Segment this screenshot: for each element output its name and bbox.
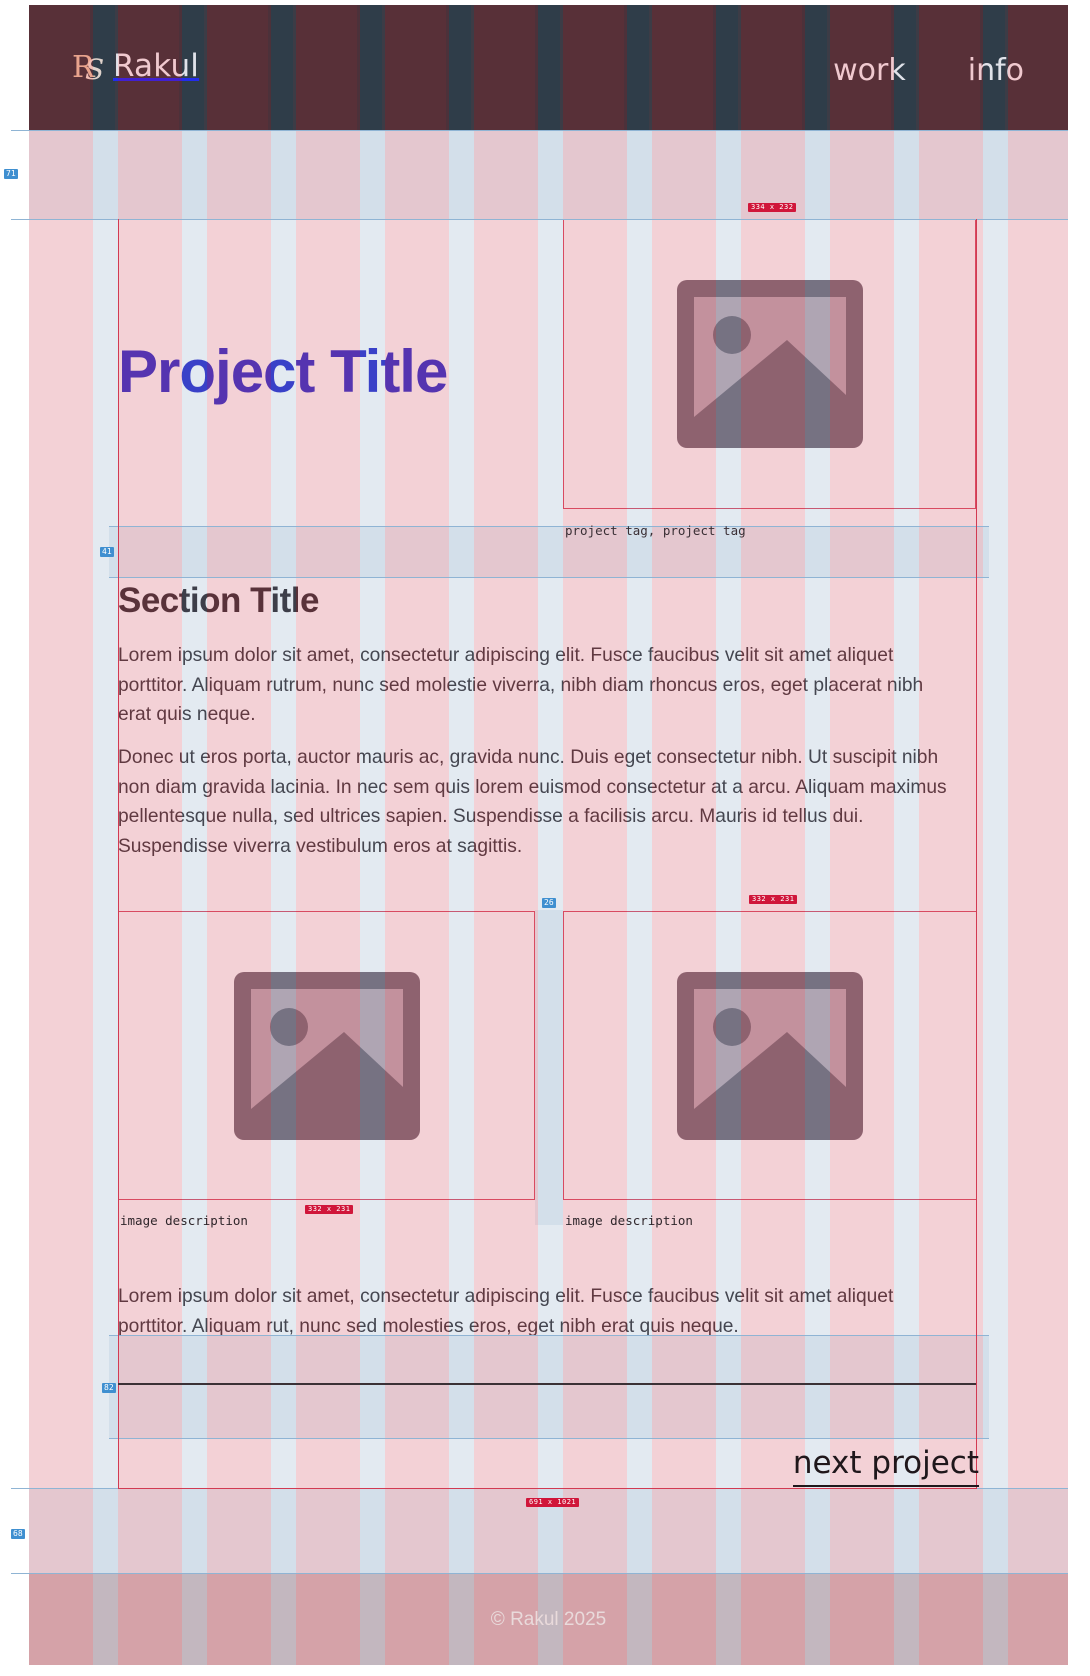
section-divider [118,1383,976,1385]
footer-copyright: © Rakul 2025 [490,1609,607,1630]
gallery-image-1 [118,911,535,1200]
guide-line [29,130,1068,131]
image-placeholder-icon [677,971,863,1140]
header-grid-stripe [535,5,560,130]
spacing-badge: 41 [100,547,114,557]
nav-link-info[interactable]: info [968,53,1024,88]
header-grid-stripe [268,5,293,130]
header-grid-stripe [446,5,471,130]
spacing-badge: 68 [11,1529,25,1539]
hero-image [563,219,976,509]
image-placeholder-icon [676,280,863,448]
spacing-band-divider [109,1335,989,1438]
svg-text:S: S [85,53,104,83]
gallery-caption-2: image description [565,1213,693,1228]
page-frame: R S Rakul work info Project Title projec… [29,5,1068,1665]
site-header: R S Rakul work info [29,5,1068,130]
header-grid-stripe [713,5,738,130]
rakul-logo-icon: R S [72,50,104,83]
guide-line [11,1573,31,1574]
header-grid-stripe [802,5,827,130]
content-bound-left [118,219,119,1489]
project-tags: project tag, project tag [565,523,746,538]
home-logo-link[interactable]: R S Rakul [71,48,199,84]
section-title: Section Title [118,581,319,620]
logo-text: Rakul [113,48,200,84]
spacing-badge: 71 [4,169,18,179]
image-placeholder-icon [233,971,420,1140]
closing-paragraph: Lorem ipsum dolor sit amet, consectetur … [118,1286,894,1337]
content-bound-bottom [118,1488,977,1489]
guide-line [11,1488,31,1489]
guide-line [109,1438,989,1439]
guide-line [29,219,1068,220]
guide-line [109,1335,989,1336]
dimension-badge: 691 x 1021 [526,1498,580,1507]
header-grid-stripe [357,5,382,130]
spacing-badge: 26 [542,898,556,908]
dimension-badge: 334 x 232 [748,203,797,212]
gallery-caption-1: image description [120,1213,248,1228]
spacing-badge: 82 [102,1383,116,1393]
body-paragraph-1: Lorem ipsum dolor sit amet, consectetur … [118,645,924,726]
spacing-band-gallery-gap [535,910,563,1225]
nav-link-work[interactable]: work [833,53,906,88]
body-paragraph-2: Donec ut eros porta, auctor mauris ac, g… [118,747,947,857]
dimension-badge: 332 x 231 [749,895,798,904]
main-nav: work info [833,53,1024,88]
project-title: Project Title [118,338,448,405]
dimension-badge: 332 x 231 [305,1205,354,1214]
gallery-image-2 [563,911,977,1200]
guide-line [11,130,31,131]
next-project-link[interactable]: next project [792,1445,979,1487]
guide-line [109,577,989,578]
guide-line [109,526,989,527]
guide-line [29,1573,1068,1574]
guide-line [11,219,31,220]
spacing-band-top [29,130,1068,219]
spacing-band-tags [109,526,989,577]
content-bound-right [976,219,977,1489]
header-grid-stripe [624,5,649,130]
